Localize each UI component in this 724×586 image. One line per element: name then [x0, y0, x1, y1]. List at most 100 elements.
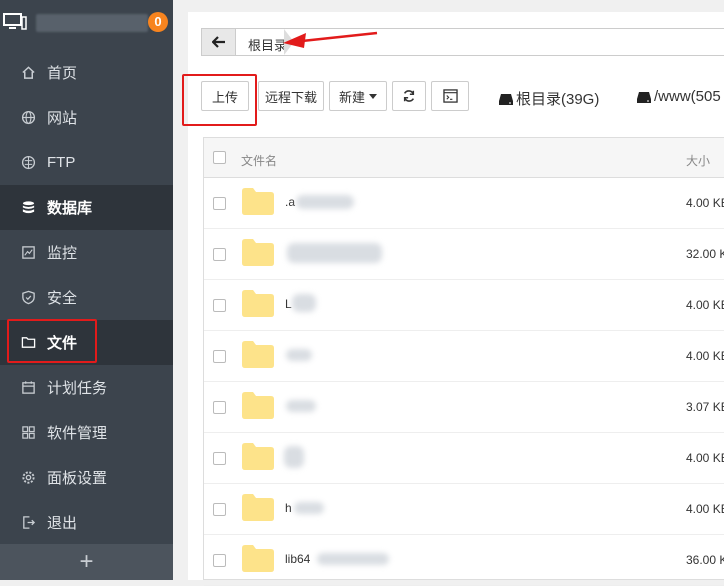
home-icon [20, 65, 36, 81]
sidebar-item-label: 数据库 [47, 200, 93, 217]
add-button[interactable]: + [0, 544, 173, 580]
sidebar-item-label: 退出 [47, 515, 78, 532]
server-name [36, 14, 148, 32]
globe-icon [20, 110, 36, 126]
file-size: 4.00 KB [686, 349, 724, 363]
table-row[interactable]: 32.00 KB [204, 229, 724, 280]
refresh-button[interactable] [392, 81, 426, 111]
sidebar-item-software[interactable]: 软件管理 [0, 410, 173, 455]
annotation-highlight-files [7, 319, 97, 363]
redacted-name [296, 195, 354, 209]
row-checkbox[interactable] [213, 299, 226, 312]
arrow-left-icon [211, 36, 225, 48]
folder-icon [242, 290, 274, 317]
disk-www[interactable]: /www(505 [637, 88, 721, 105]
sidebar-item-website[interactable]: 网站 [0, 95, 173, 140]
folder-icon [242, 494, 274, 521]
file-name[interactable]: h [285, 501, 292, 515]
annotation-arrow-icon [283, 31, 378, 48]
table-row[interactable]: .a 4.00 KB [204, 178, 724, 229]
row-checkbox[interactable] [213, 401, 226, 414]
sidebar: 0 首页 网站 FTP 数据库 监控 安全 文件 计划任务 软件管理 面板设置 … [0, 0, 173, 580]
file-table: 文件名 大小 .a 4.00 KB 32.00 KB L 4.00 KB [203, 137, 724, 586]
row-checkbox[interactable] [213, 452, 226, 465]
redacted-name [292, 294, 316, 312]
select-all-checkbox[interactable] [213, 151, 226, 164]
redacted-name [287, 243, 382, 263]
sidebar-item-ftp[interactable]: FTP [0, 140, 173, 185]
sidebar-item-label: 首页 [47, 65, 78, 82]
remote-download-button[interactable]: 远程下载 [258, 81, 324, 111]
terminal-button[interactable] [431, 81, 469, 111]
sidebar-item-label: 监控 [47, 245, 78, 262]
logout-icon [20, 515, 36, 531]
sidebar-item-cron[interactable]: 计划任务 [0, 365, 173, 410]
file-size: 4.00 KB [686, 196, 724, 210]
gear-icon [20, 470, 36, 486]
refresh-icon [403, 90, 415, 102]
table-row[interactable]: 3.07 KB [204, 382, 724, 433]
file-name[interactable]: .a [285, 195, 295, 209]
table-row[interactable]: lib64 36.00 KB [204, 535, 724, 586]
sidebar-item-label: 计划任务 [47, 380, 108, 397]
terminal-icon [442, 89, 458, 103]
row-checkbox[interactable] [213, 554, 226, 567]
folder-icon [242, 545, 274, 572]
folder-icon [242, 188, 274, 215]
sidebar-item-home[interactable]: 首页 [0, 50, 173, 95]
sidebar-item-label: 网站 [47, 110, 78, 127]
sidebar-item-panel-settings[interactable]: 面板设置 [0, 455, 173, 500]
table-header: 文件名 大小 [204, 138, 724, 178]
row-checkbox[interactable] [213, 248, 226, 261]
hard-drive-icon [499, 93, 513, 105]
file-name[interactable]: lib64 [285, 552, 310, 566]
sidebar-item-monitor[interactable]: 监控 [0, 230, 173, 275]
shield-icon [20, 290, 36, 306]
disk-root-label: 根目录(39G) [516, 91, 600, 108]
table-row[interactable]: 4.00 KB [204, 331, 724, 382]
new-button-label: 新建 [338, 89, 365, 105]
file-size: 4.00 KB [686, 502, 724, 516]
caret-down-icon [369, 93, 377, 99]
file-manager-panel: 根目录 上传 远程下载 新建 根目录(39G) /www(505 文件名 大小 … [188, 12, 724, 586]
column-header-name[interactable]: 文件名 [241, 152, 277, 169]
sidebar-header: 0 [0, 0, 173, 48]
sidebar-item-database[interactable]: 数据库 [0, 185, 173, 230]
redacted-name [286, 349, 312, 361]
sidebar-item-logout[interactable]: 退出 [0, 500, 173, 545]
redacted-name [294, 502, 324, 514]
disk-www-label: /www(505 [654, 88, 721, 105]
back-button[interactable] [202, 29, 236, 55]
annotation-highlight-upload [182, 74, 257, 126]
table-row[interactable]: 4.00 KB [204, 433, 724, 484]
disk-root[interactable]: 根目录(39G) [499, 88, 599, 109]
file-size: 4.00 KB [686, 451, 724, 465]
row-checkbox[interactable] [213, 503, 226, 516]
file-size: 36.00 KB [686, 553, 724, 567]
hard-drive-icon [637, 91, 651, 103]
file-size: 4.00 KB [686, 298, 724, 312]
ftp-icon [20, 155, 36, 171]
table-row[interactable]: h 4.00 KB [204, 484, 724, 535]
folder-icon [242, 239, 274, 266]
table-row[interactable]: L 4.00 KB [204, 280, 724, 331]
folder-icon [242, 443, 274, 470]
sidebar-item-label: 软件管理 [47, 425, 108, 442]
sidebar-item-label: FTP [47, 154, 76, 171]
row-checkbox[interactable] [213, 350, 226, 363]
new-dropdown-button[interactable]: 新建 [329, 81, 387, 111]
redacted-name [286, 400, 316, 412]
file-size: 32.00 KB [686, 247, 724, 261]
file-name[interactable]: L [285, 297, 292, 311]
calendar-icon [20, 380, 36, 396]
column-header-size[interactable]: 大小 [686, 152, 710, 169]
database-icon [20, 200, 36, 216]
apps-grid-icon [20, 425, 36, 441]
monitor-chart-icon [20, 245, 36, 261]
sidebar-item-security[interactable]: 安全 [0, 275, 173, 320]
folder-icon [242, 392, 274, 419]
notification-badge[interactable]: 0 [148, 12, 168, 32]
row-checkbox[interactable] [213, 197, 226, 210]
sidebar-item-label: 安全 [47, 290, 78, 307]
monitor-icon [3, 13, 27, 30]
